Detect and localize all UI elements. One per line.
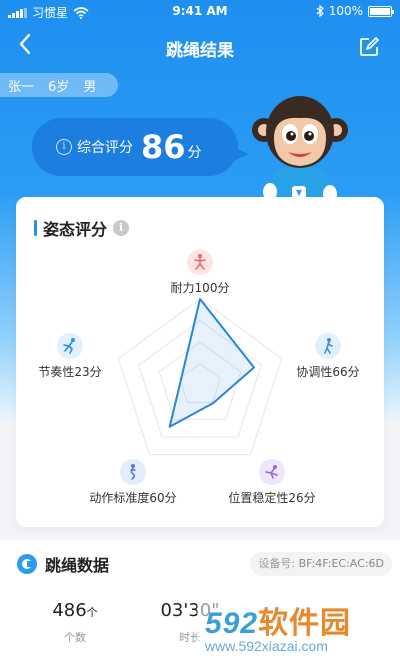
dimension-stability: 位置稳定性26分 [216, 459, 328, 506]
stability-icon [259, 459, 285, 485]
page-title: 跳绳结果 [166, 41, 234, 61]
coordination-label: 协调性66分 [296, 365, 360, 379]
navigation-bar: 跳绳结果 [0, 28, 400, 64]
stat-count-label: 个数 [64, 631, 86, 644]
rhythm-label: 节奏性23分 [38, 365, 102, 379]
user-gender: 男 [83, 79, 97, 95]
stability-label: 位置稳定性26分 [228, 491, 316, 505]
overall-score-value: 86 [141, 128, 186, 166]
posture-score-card: 姿态评分 i 耐力100分 协调性66分 位置稳定性26分 动作标准度60分 节… [16, 197, 384, 527]
battery-percent: 100% [328, 4, 363, 18]
watermark-logo: 592软件园 www.592xiazai.com [197, 592, 400, 666]
device-label: 设备号: [258, 557, 296, 570]
device-id-badge: 设备号: BF:4F:EC:AC:6D [250, 552, 392, 576]
jump-data-icon [17, 554, 37, 574]
standard-label: 动作标准度60分 [89, 491, 177, 505]
jump-data-title: 跳绳数据 [17, 552, 109, 576]
monkey-mascot-icon [252, 96, 348, 208]
stat-count: 486个 个数 [40, 600, 110, 645]
overall-score-unit: 分 [187, 145, 202, 161]
standard-icon [120, 459, 146, 485]
endurance-icon [187, 249, 213, 275]
user-name: 张一 [8, 79, 35, 95]
overall-score-label: 综合评分 [77, 140, 133, 156]
user-age: 6岁 [48, 79, 70, 95]
info-icon[interactable]: i [56, 139, 72, 155]
coordination-icon [315, 333, 341, 359]
radar-value-polygon [168, 298, 255, 428]
endurance-label: 耐力100分 [170, 281, 230, 295]
status-bar: 习惯星 9:41 AM 100% [0, 0, 400, 22]
stat-count-unit: 个 [86, 606, 98, 619]
device-id: BF:4F:EC:AC:6D [298, 557, 384, 570]
stat-count-value: 486 [52, 600, 87, 621]
dimension-rhythm: 节奏性23分 [30, 333, 110, 380]
rhythm-icon [57, 333, 83, 359]
overall-score-bubble: i 综合评分 86 分 [32, 118, 248, 176]
battery-icon [368, 5, 394, 17]
dimension-coordination: 协调性66分 [282, 333, 374, 380]
user-info-pill: 张一 6岁 男 [0, 73, 118, 97]
dimension-endurance: 耐力100分 [144, 249, 256, 296]
edit-icon[interactable] [358, 36, 380, 58]
bluetooth-icon [316, 5, 324, 17]
dimension-standard: 动作标准度60分 [78, 459, 188, 506]
